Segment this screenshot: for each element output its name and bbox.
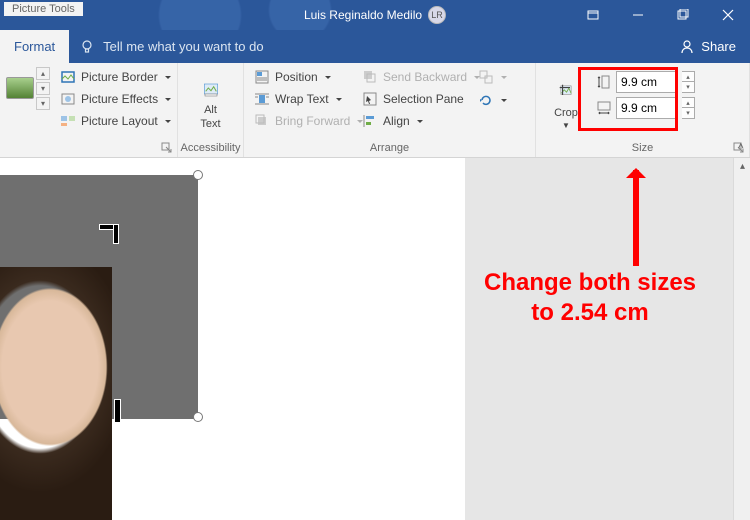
ribbon-display-options-button[interactable] [570,0,615,30]
style-gallery-more[interactable]: ▾ [36,97,50,110]
share-button[interactable]: Share [665,30,750,63]
picture-border-button[interactable]: Picture Border [56,67,175,87]
lightbulb-icon [79,39,95,55]
height-spin-down[interactable]: ▾ [682,82,694,92]
close-button[interactable] [705,0,750,30]
user-avatar[interactable]: LR [428,6,446,24]
tell-me-label: Tell me what you want to do [103,39,263,54]
selection-handle-right[interactable] [193,412,203,422]
group-label-picture-styles [0,140,177,157]
width-icon [596,100,612,116]
annotation-text: Change both sizesto 2.54 cm [445,268,735,328]
selection-pane-button[interactable]: Selection Pane [358,89,476,109]
picture-border-icon [60,69,76,85]
crop-icon [552,77,580,105]
crop-handle-right[interactable] [115,400,120,422]
picture-effects-icon [60,91,76,107]
group-button[interactable] [476,67,506,87]
selection-pane-icon [362,91,378,107]
height-icon [596,74,612,90]
maximize-button[interactable] [660,0,705,30]
position-icon [254,69,270,85]
rotate-button[interactable] [476,90,506,110]
picture-layout-icon [60,113,76,129]
contextual-tab-label: Picture Tools [4,2,83,16]
wrap-text-button[interactable]: Wrap Text [250,89,358,109]
group-label-arrange: Arrange [244,140,535,157]
user-name: Luis Reginaldo Medilo [304,8,422,22]
scroll-up-button[interactable]: ▴ [734,158,750,175]
position-button[interactable]: Position [250,67,358,87]
ribbon: ▴ ▾ ▾ Picture Border Picture Effects Pic… [0,63,750,158]
bring-forward-button[interactable]: Bring Forward [250,111,358,131]
crop-handle-top-right[interactable] [98,225,118,245]
height-input[interactable]: 9.9 cm [616,71,678,93]
chevron-down-icon: ▼ [562,121,570,130]
picture-effects-button[interactable]: Picture Effects [56,89,175,109]
minimize-button[interactable] [615,0,660,30]
align-button[interactable]: Align [358,111,476,131]
alt-text-button[interactable]: Alt Text [191,67,231,140]
alt-text-icon [199,78,223,102]
style-gallery-up[interactable]: ▴ [36,67,50,80]
group-label-accessibility: Accessibility [178,140,243,157]
share-icon [679,39,695,55]
collapse-ribbon-button[interactable]: ˄ [738,141,744,153]
inserted-picture[interactable] [0,267,112,520]
send-backward-icon [362,69,378,85]
dialog-launcher-picture-styles[interactable] [161,142,173,154]
title-bar: Picture Tools Luis Reginaldo Medilo LR [0,0,750,30]
tab-format[interactable]: Format [0,30,69,63]
rotate-icon [478,92,494,108]
group-icon [478,69,494,85]
share-label: Share [701,39,736,54]
vertical-scrollbar[interactable]: ▴ [733,158,750,520]
wrap-text-icon [254,91,270,107]
width-spin-down[interactable]: ▾ [682,108,694,118]
height-spin-up[interactable]: ▴ [682,72,694,82]
picture-style-preset[interactable] [6,67,34,109]
tell-me-search[interactable]: Tell me what you want to do [69,30,273,63]
align-icon [362,113,378,129]
crop-button[interactable]: Crop ▼ [542,67,590,140]
width-input[interactable]: 9.9 cm [616,97,678,119]
annotation-arrow [633,170,639,266]
send-backward-button[interactable]: Send Backward [358,67,476,87]
selection-handle-top[interactable] [193,170,203,180]
group-label-size: Size [536,140,749,157]
canvas-background [465,158,735,520]
picture-layout-button[interactable]: Picture Layout [56,111,175,131]
width-spin-up[interactable]: ▴ [682,98,694,108]
ribbon-tab-row: Format Tell me what you want to do Share [0,30,750,63]
bring-forward-icon [254,113,270,129]
style-gallery-down[interactable]: ▾ [36,82,50,95]
